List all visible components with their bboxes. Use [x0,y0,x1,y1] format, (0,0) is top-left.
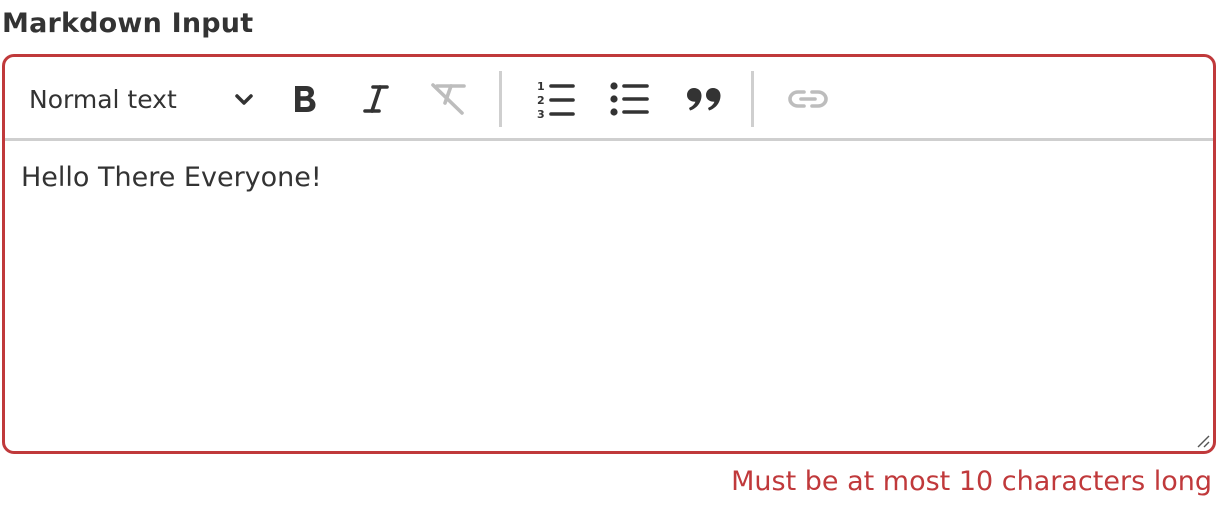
chevron-down-icon [231,86,257,112]
bold-button[interactable] [279,75,329,123]
ordered-list-button[interactable]: 1 2 3 [531,75,581,123]
editor-content-area[interactable]: Hello There Everyone! [5,141,1213,451]
bullet-list-button[interactable] [605,75,655,123]
clear-formatting-icon [431,83,466,115]
link-button[interactable] [783,75,833,123]
link-icon [788,90,828,108]
bold-icon [295,86,316,112]
editor-toolbar: Normal text 1 2 3 [5,57,1213,141]
resize-grip-icon [1197,435,1210,448]
toolbar-divider [751,71,754,127]
editor-content-text: Hello There Everyone! [21,162,322,193]
clear-formatting-button[interactable] [423,75,473,123]
svg-text:2: 2 [537,94,545,107]
text-format-select[interactable]: Normal text [17,75,257,123]
italic-icon [363,85,389,113]
svg-text:1: 1 [537,80,545,93]
bullet-list-icon [610,82,649,116]
markdown-editor: Normal text 1 2 3 Hello There Everyone! [2,54,1216,454]
text-format-selected: Normal text [29,84,177,114]
resize-handle[interactable] [1195,433,1211,449]
italic-button[interactable] [351,75,401,123]
toolbar-divider [499,71,502,127]
blockquote-button[interactable] [679,75,729,123]
ordered-list-icon: 1 2 3 [537,80,575,121]
field-label: Markdown Input [2,8,254,39]
svg-text:3: 3 [537,108,545,121]
markdown-input-field: Markdown Input Normal text 1 2 3 Hello T… [0,0,1216,508]
quote-icon [687,88,721,111]
validation-error-message: Must be at most 10 characters long [731,466,1212,497]
